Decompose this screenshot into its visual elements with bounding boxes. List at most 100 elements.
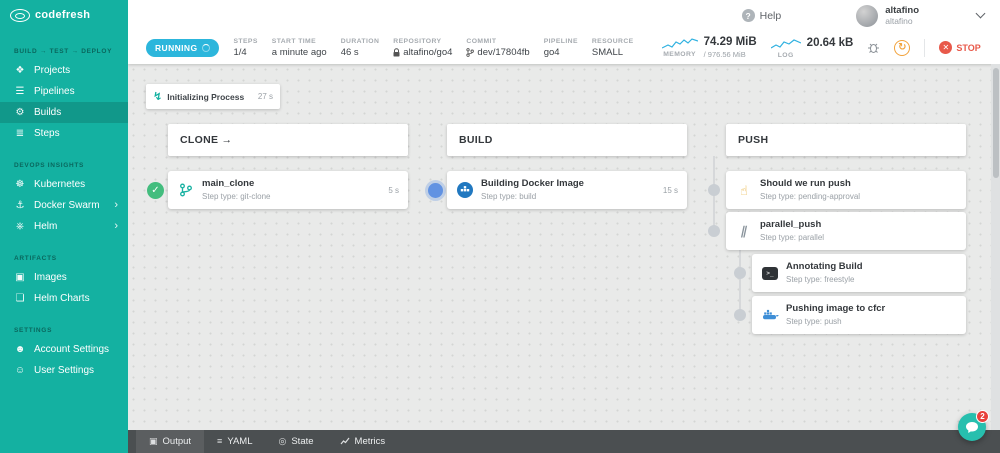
sidebar-item-label: Account Settings xyxy=(34,344,110,355)
step-title: main_clone xyxy=(202,178,255,190)
stop-build-button[interactable]: ✕ STOP xyxy=(939,41,981,54)
step-title: Should we run push xyxy=(760,178,851,190)
approval-hand-icon: ☝ xyxy=(740,182,748,198)
chat-notification-badge: 2 xyxy=(976,410,989,423)
memory-sparkline-icon xyxy=(661,38,698,49)
log-metric: LOG 20.64 kB xyxy=(770,36,854,59)
tab-metrics[interactable]: Metrics xyxy=(327,430,399,453)
pipeline-link[interactable]: go4 xyxy=(544,47,578,58)
sidebar-item-docker-swarm[interactable]: ⚓ Docker Swarm › xyxy=(0,195,128,216)
yaml-icon: ≡ xyxy=(217,436,223,446)
initializing-process-step[interactable]: ↯ Initializing Process 27 s xyxy=(146,84,280,109)
debug-button[interactable] xyxy=(867,41,880,54)
memory-value: 74.29 MiB xyxy=(703,36,757,49)
step-title: parallel_push xyxy=(760,219,822,231)
step-title: Annotating Build xyxy=(786,261,863,273)
sidebar-section-header: ARTIFACTS xyxy=(14,255,57,262)
step-card-parallel-push[interactable]: ∥ parallel_push Step type: parallel xyxy=(726,212,966,250)
docker-build-icon xyxy=(456,182,474,198)
log-value: 20.64 kB xyxy=(806,36,854,49)
field-duration: DURATION 46 s xyxy=(340,37,380,58)
terminal-icon: >_ xyxy=(762,266,778,280)
step-card-pushing-image[interactable]: Pushing image to cfcr Step type: push xyxy=(752,296,966,334)
step-duration: 27 s xyxy=(257,92,273,101)
user-account: altafino xyxy=(885,16,913,27)
sidebar-item-label: Kubernetes xyxy=(34,179,86,190)
field-pipeline: PIPELINE go4 xyxy=(543,37,578,58)
step-status-pending-icon xyxy=(708,225,720,237)
sidebar-item-label: User Settings xyxy=(34,365,95,376)
sidebar-section-build-test-deploy: BUILD → TEST → DEPLOY ❖ Projects ☰ Pipel… xyxy=(0,43,128,144)
step-card-building-docker-image[interactable]: Building Docker Image Step type: build 1… xyxy=(447,171,687,209)
sidebar-section-header: BUILD → TEST → DEPLOY xyxy=(14,48,113,55)
sidebar-item-label: Projects xyxy=(34,65,71,76)
sidebar: codefresh BUILD → TEST → DEPLOY ❖ Projec… xyxy=(0,0,128,453)
docker-swarm-icon: ⚓ xyxy=(15,200,25,211)
tab-yaml[interactable]: ≡ YAML xyxy=(204,430,265,453)
codefresh-logo[interactable]: codefresh xyxy=(0,0,128,30)
sidebar-item-builds[interactable]: ⚙ Builds xyxy=(0,102,128,123)
restart-build-button[interactable]: ↻ xyxy=(894,39,911,56)
field-repository: REPOSITORY altafino/go4 xyxy=(393,37,453,58)
chevron-down-icon[interactable] xyxy=(975,8,986,19)
account-settings-icon: ☻ xyxy=(14,344,26,355)
lock-icon xyxy=(393,47,400,56)
stage-header-push: PUSH xyxy=(726,124,966,156)
sidebar-item-user-settings[interactable]: ☺ User Settings xyxy=(0,360,128,381)
step-status-pending-icon xyxy=(734,267,746,279)
chat-bubble-icon xyxy=(966,421,978,433)
help-icon: ? xyxy=(741,9,755,22)
stage-header-clone: CLONE → xyxy=(168,124,408,156)
step-card-should-we-run-push[interactable]: ☝ Should we run push Step type: pending-… xyxy=(726,171,966,209)
running-status-badge[interactable]: RUNNING xyxy=(146,38,220,57)
user-name: altafino xyxy=(885,4,919,16)
codefresh-app: codefresh BUILD → TEST → DEPLOY ❖ Projec… xyxy=(0,0,1000,453)
sidebar-item-helm-charts[interactable]: ❏ Helm Charts xyxy=(0,288,128,309)
step-type: Step type: pending-approval xyxy=(760,191,861,201)
logo-text: codefresh xyxy=(35,9,91,21)
scrollbar-thumb[interactable] xyxy=(992,68,999,178)
sidebar-item-account-settings[interactable]: ☻ Account Settings xyxy=(0,339,128,360)
sidebar-item-helm[interactable]: ⎈ Helm › xyxy=(0,216,128,237)
field-start-time: START TIME a minute ago xyxy=(271,37,327,58)
git-clone-icon xyxy=(177,183,195,197)
step-duration: 5 s xyxy=(388,185,399,195)
tab-output[interactable]: ▣ Output xyxy=(136,430,205,453)
avatar xyxy=(856,4,879,27)
helm-icon: ⎈ xyxy=(16,221,24,232)
step-status-success-icon: ✓ xyxy=(147,182,164,199)
step-type: Step type: push xyxy=(786,316,842,326)
steps-icon: ≣ xyxy=(15,128,25,139)
sidebar-item-projects[interactable]: ❖ Projects xyxy=(0,60,128,81)
chat-widget-button[interactable]: 2 xyxy=(958,410,989,441)
docker-whale-icon xyxy=(761,309,779,322)
repository-link[interactable]: altafino/go4 xyxy=(403,47,452,58)
commit-link[interactable]: dev/17804fb xyxy=(477,47,529,58)
step-title: Building Docker Image xyxy=(481,178,584,190)
sidebar-item-steps[interactable]: ≣ Steps xyxy=(0,123,128,144)
chevron-right-icon: › xyxy=(114,199,118,211)
step-card-main-clone[interactable]: main_clone Step type: git-clone 5 s xyxy=(168,171,408,209)
helm-charts-icon: ❏ xyxy=(15,293,25,304)
tab-state[interactable]: ◎ State xyxy=(265,430,326,453)
user-menu[interactable]: altafino altafino xyxy=(856,4,919,27)
sidebar-item-label: Pipelines xyxy=(34,86,75,97)
metrics-icon xyxy=(340,436,350,447)
step-type: Step type: freestyle xyxy=(786,274,855,284)
sidebar-item-label: Images xyxy=(34,272,67,283)
step-card-annotating-build[interactable]: >_ Annotating Build Step type: freestyle xyxy=(752,254,966,292)
log-sparkline-icon xyxy=(770,38,801,49)
sidebar-item-images[interactable]: ▣ Images xyxy=(0,267,128,288)
codefresh-logo-icon xyxy=(10,8,30,22)
header: ? Help altafino altafino RUNNING STEPS 1… xyxy=(128,0,1000,64)
sidebar-item-kubernetes[interactable]: ☸ Kubernetes xyxy=(0,174,128,195)
sidebar-section-header: SETTINGS xyxy=(14,327,53,334)
help-button[interactable]: ? Help xyxy=(741,9,781,22)
step-status-pending-icon xyxy=(708,184,720,196)
step-status-running-icon xyxy=(428,183,443,198)
sidebar-item-pipelines[interactable]: ☰ Pipelines xyxy=(0,81,128,102)
memory-metric: MEMORY 74.29 MiB / 976.56 MiB xyxy=(661,36,757,59)
chevron-right-icon: › xyxy=(114,220,118,232)
spinner-icon xyxy=(202,43,211,52)
more-options-button[interactable]: ⋮ xyxy=(995,41,1000,55)
